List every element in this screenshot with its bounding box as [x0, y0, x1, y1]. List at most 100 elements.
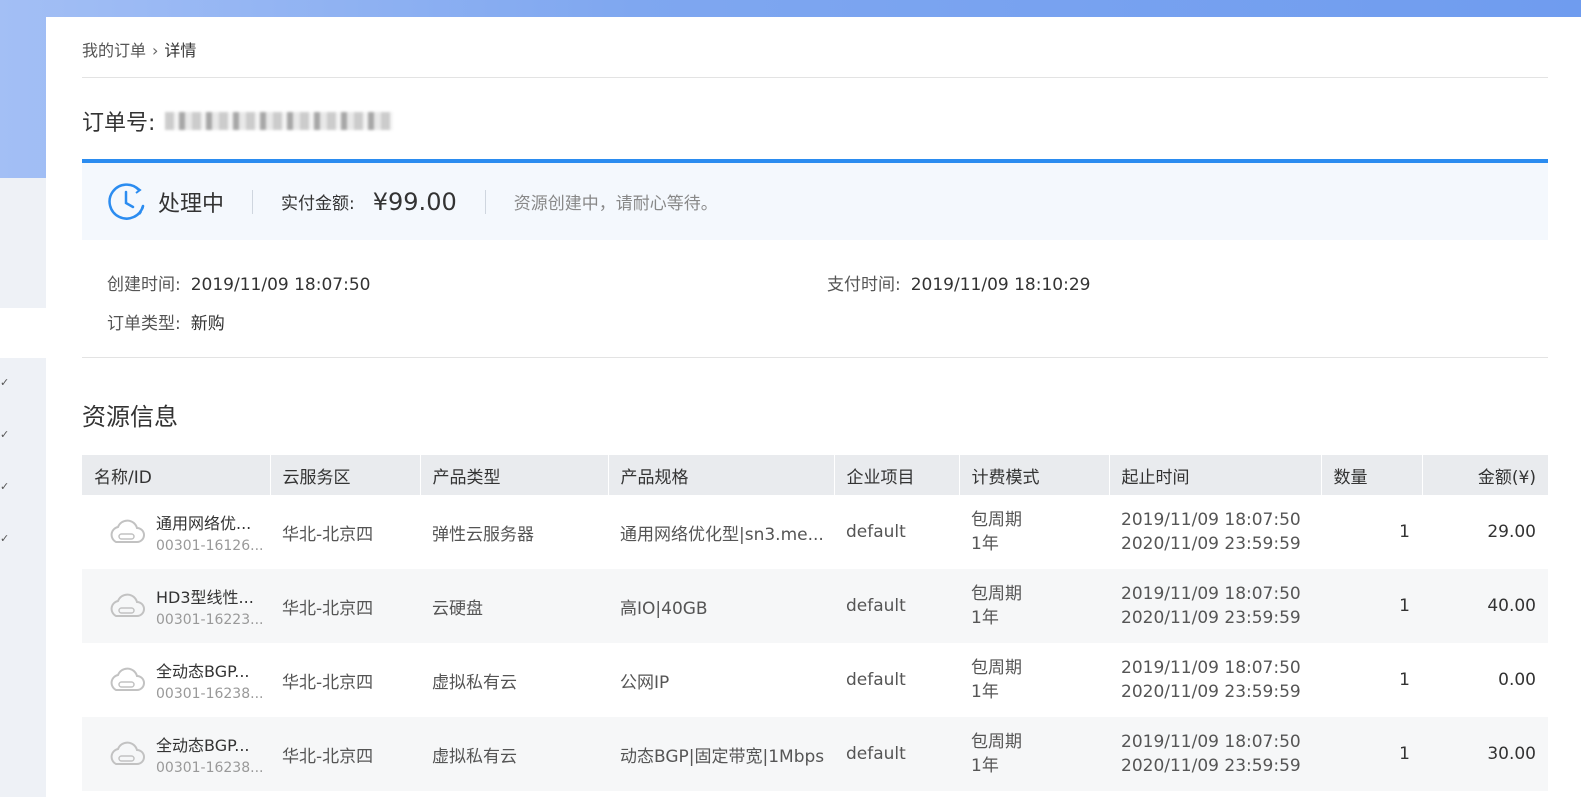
billing-mode: 包周期: [971, 658, 1022, 678]
divider: [484, 189, 486, 214]
divider: [252, 189, 254, 214]
breadcrumb-my-orders[interactable]: 我的订单: [82, 41, 146, 60]
amount-cell: 30.00: [1422, 717, 1548, 791]
order-number: 订单号:: [82, 105, 394, 137]
start-time: 2019/11/09 18:07:50: [1121, 510, 1301, 530]
billing-mode: 包周期: [971, 732, 1022, 752]
region-cell: 华北-北京四: [270, 717, 420, 791]
clock-processing-icon: [108, 182, 145, 220]
breadcrumb: 我的订单 › 详情: [82, 37, 196, 61]
end-time: 2020/11/09 23:59:59: [1121, 608, 1301, 628]
resource-name[interactable]: 全动态BGP...: [156, 732, 263, 756]
column-header-project: 企业项目: [834, 455, 960, 495]
column-header-quantity: 数量: [1321, 455, 1423, 495]
spec-cell: 高IO|40GB: [608, 569, 834, 643]
project-cell: default: [834, 717, 959, 791]
billing-duration: 1年: [971, 756, 999, 776]
resource-name[interactable]: 通用网络优...: [156, 510, 263, 534]
quantity-cell: 1: [1399, 670, 1410, 690]
amount-cell: 40.00: [1422, 569, 1548, 643]
end-time: 2020/11/09 23:59:59: [1121, 682, 1301, 702]
breadcrumb-current: 详情: [164, 41, 197, 60]
resource-id: 00301-16238...: [156, 686, 264, 702]
column-header-spec: 产品规格: [608, 455, 835, 495]
created-time: 创建时间: 2019/11/09 18:07:50: [107, 270, 370, 295]
table-row: 全动态BGP... 00301-16238... 华北-北京四 虚拟私有云 动态B…: [82, 717, 1548, 791]
spec-cell: 公网IP: [620, 672, 670, 693]
column-header-billing: 计费模式: [959, 455, 1110, 495]
amount-cell: 0.00: [1498, 670, 1536, 690]
spec-cell: 通用网络优化型|sn3.me...: [620, 524, 824, 545]
region-cell: 华北-北京四: [282, 672, 374, 693]
cloud-icon: [110, 667, 145, 691]
resource-id: 00301-16223...: [156, 612, 264, 628]
divider: [82, 77, 1548, 78]
created-time-label: 创建时间:: [107, 275, 181, 295]
table-row: 全动态BGP... 00301-16238... 华北-北京四 虚拟私有云 公网I…: [82, 643, 1548, 717]
end-time: 2020/11/09 23:59:59: [1121, 756, 1301, 776]
project-cell: default: [846, 670, 906, 690]
divider: [82, 357, 1548, 358]
sidebar-strip: ✓ ✓ ✓ ✓: [0, 178, 46, 797]
order-detail-panel: 我的订单 › 详情 订单号: 处理中 实付金额: ¥99.00 资源创建中，请耐心等…: [46, 17, 1581, 797]
column-header-product-type: 产品类型: [420, 455, 609, 495]
resource-name[interactable]: HD3型线性...: [156, 584, 263, 608]
order-type-value: 新购: [190, 314, 225, 334]
table-row: HD3型线性... 00301-16223... 华北-北京四 云硬盘 高IO|4…: [82, 569, 1548, 643]
resources-table: 名称/ID 云服务区 产品类型 产品规格 企业项目 计费模式 起止时间 数量 金…: [82, 455, 1548, 791]
project-cell: default: [846, 522, 906, 542]
status-tip: 资源创建中，请耐心等待。: [513, 194, 718, 214]
resource-id: 00301-16238...: [156, 760, 264, 776]
check-icon: ✓: [0, 376, 10, 389]
start-time: 2019/11/09 18:07:50: [1121, 658, 1301, 678]
billing-mode: 包周期: [971, 584, 1022, 604]
start-time: 2019/11/09 18:07:50: [1121, 584, 1301, 604]
sidebar-active-item[interactable]: [0, 308, 46, 358]
check-icon: ✓: [0, 532, 10, 545]
cloud-icon: [110, 593, 145, 617]
paid-amount-label: 实付金额:: [281, 194, 355, 214]
breadcrumb-separator: ›: [152, 41, 159, 60]
start-time: 2019/11/09 18:07:50: [1121, 732, 1301, 752]
order-type-label: 订单类型:: [107, 314, 181, 334]
column-header-period: 起止时间: [1109, 455, 1322, 495]
billing-duration: 1年: [971, 682, 999, 702]
quantity-cell: 1: [1321, 717, 1422, 791]
column-header-region: 云服务区: [270, 455, 421, 495]
created-time-value: 2019/11/09 18:07:50: [190, 275, 371, 295]
resources-title: 资源信息: [82, 403, 178, 431]
column-header-amount: 金额(¥): [1422, 455, 1548, 495]
order-number-redacted: [165, 112, 394, 130]
product-type-cell: 弹性云服务器: [432, 524, 534, 545]
billing-duration: 1年: [971, 608, 999, 628]
billing-duration: 1年: [971, 534, 999, 554]
order-number-label: 订单号:: [82, 111, 156, 136]
product-type-cell: 虚拟私有云: [420, 717, 608, 791]
cloud-icon: [110, 741, 145, 765]
paid-amount-value: ¥99.00: [372, 187, 457, 216]
spec-cell: 动态BGP|固定带宽|1Mbps: [608, 717, 834, 791]
check-icon: ✓: [0, 428, 10, 441]
end-time: 2020/11/09 23:59:59: [1121, 534, 1301, 554]
quantity-cell: 1: [1321, 569, 1422, 643]
resource-id: 00301-16126...: [156, 538, 264, 554]
amount-cell: 29.00: [1487, 522, 1536, 542]
product-type-cell: 虚拟私有云: [432, 672, 517, 693]
paid-time-label: 支付时间:: [827, 275, 901, 295]
column-header-name: 名称/ID: [82, 455, 271, 495]
order-status-bar: 处理中 实付金额: ¥99.00 资源创建中，请耐心等待。: [82, 159, 1548, 240]
cloud-icon: [110, 519, 145, 543]
paid-time-value: 2019/11/09 18:10:29: [910, 275, 1091, 295]
table-header-row: 名称/ID 云服务区 产品类型 产品规格 企业项目 计费模式 起止时间 数量 金…: [82, 455, 1548, 495]
project-cell: default: [834, 569, 959, 643]
status-label: 处理中: [158, 191, 225, 217]
resource-name[interactable]: 全动态BGP...: [156, 658, 263, 682]
check-icon: ✓: [0, 480, 10, 493]
order-type: 订单类型: 新购: [107, 309, 225, 334]
product-type-cell: 云硬盘: [420, 569, 608, 643]
quantity-cell: 1: [1399, 522, 1410, 542]
paid-time: 支付时间: 2019/11/09 18:10:29: [827, 270, 1090, 295]
region-cell: 华北-北京四: [270, 569, 420, 643]
table-row: 通用网络优... 00301-16126... 华北-北京四 弹性云服务器 通用网…: [82, 495, 1548, 569]
billing-mode: 包周期: [971, 510, 1022, 530]
